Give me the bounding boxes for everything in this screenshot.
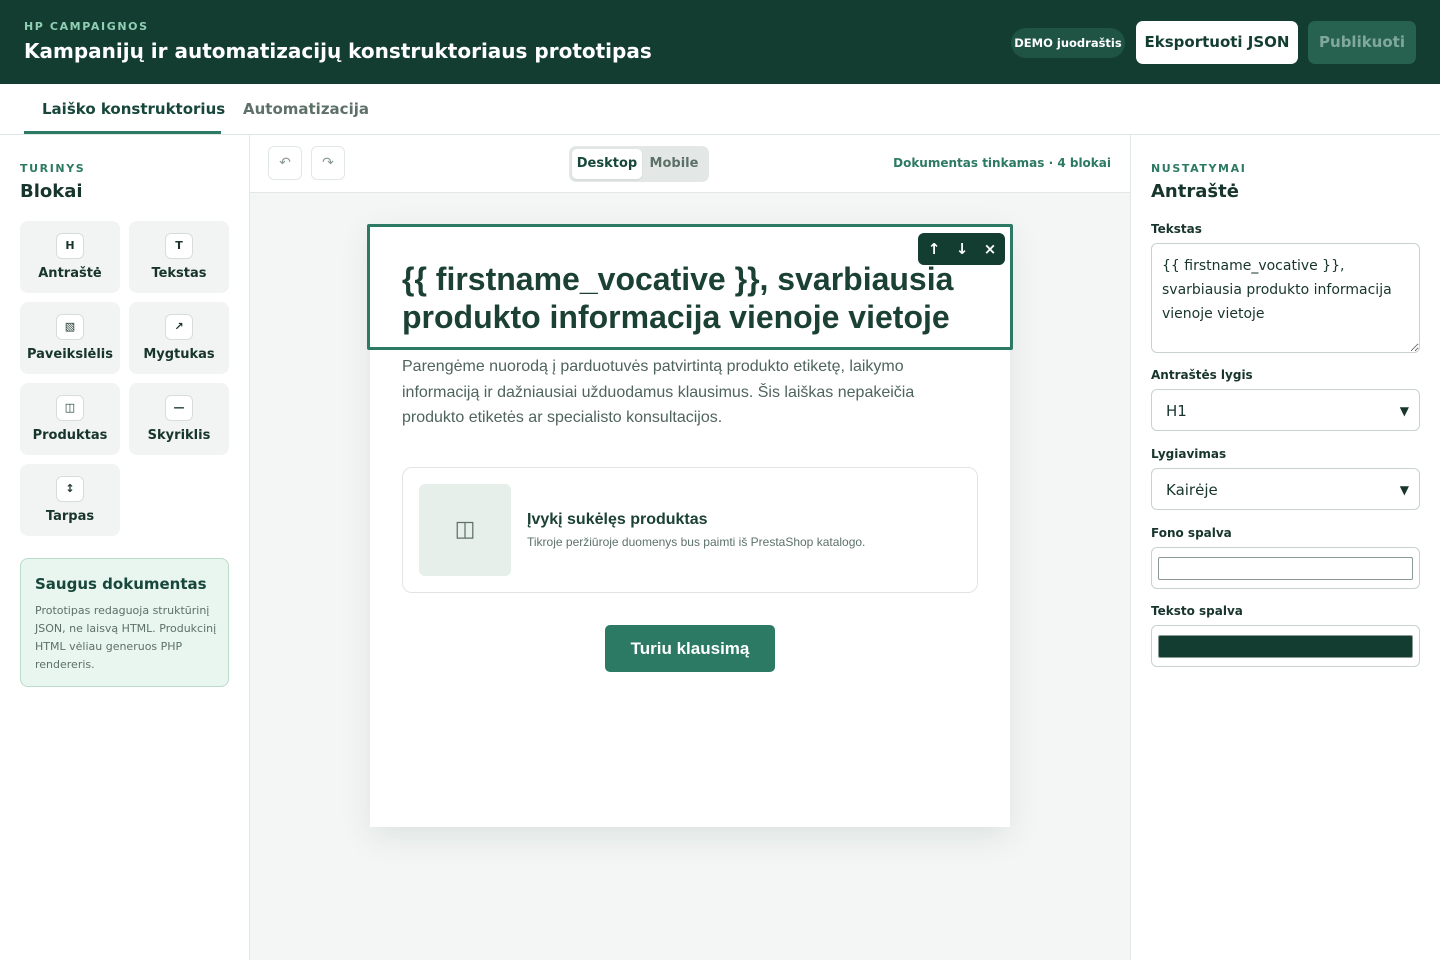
block-label: Antraštė bbox=[38, 266, 102, 281]
alignment-label: Lygiavimas bbox=[1151, 447, 1227, 461]
export-json-button[interactable]: Eksportuoti JSON bbox=[1136, 21, 1298, 64]
image-icon: ▧ bbox=[56, 314, 84, 340]
alignment-value: Kairėje bbox=[1166, 481, 1218, 499]
settings-sidebar: NUSTATYMAI Antraštė Tekstas Antraštės ly… bbox=[1130, 135, 1440, 960]
chevron-down-icon: ▼ bbox=[1399, 404, 1409, 418]
block-text[interactable]: T Tekstas bbox=[129, 221, 229, 293]
app-title: Kampanijų ir automatizacijų konstruktori… bbox=[24, 39, 652, 63]
alignment-select[interactable]: Kairėje ▼ bbox=[1151, 468, 1420, 510]
block-label: Paveikslėlis bbox=[26, 347, 113, 362]
email-paragraph[interactable]: Parengėme nuorodą į parduotuvės patvirti… bbox=[402, 354, 962, 431]
tab-email-builder[interactable]: Laiško konstruktorius bbox=[42, 84, 225, 134]
brand-name: HP CAMPAIGNOS bbox=[24, 20, 149, 33]
move-up-icon[interactable]: ↑ bbox=[920, 233, 948, 265]
section-title: Blokai bbox=[20, 181, 83, 202]
arrow-link-icon: ↗ bbox=[165, 314, 193, 340]
selected-heading-block[interactable]: {{ firstname_vocative }}, svarbiausia pr… bbox=[367, 224, 1013, 350]
view-mobile-button[interactable]: Mobile bbox=[642, 149, 706, 179]
background-color-label: Fono spalva bbox=[1151, 526, 1232, 540]
divider-icon: — bbox=[165, 395, 193, 421]
product-placeholder-icon: ◫ bbox=[419, 484, 511, 576]
blocks-sidebar: TURINYS Blokai H Antraštė T Tekstas ▧ Pa… bbox=[0, 135, 250, 960]
spacer-icon: ↕ bbox=[56, 476, 84, 502]
tab-bar: Laiško konstruktorius Automatizacija bbox=[0, 84, 1440, 135]
redo-icon[interactable]: ↷ bbox=[311, 146, 345, 180]
text-color-swatch bbox=[1158, 635, 1413, 658]
text-field-label: Tekstas bbox=[1151, 222, 1202, 236]
remove-block-icon[interactable]: × bbox=[976, 233, 1004, 265]
block-label: Tekstas bbox=[151, 266, 207, 281]
background-color-picker[interactable] bbox=[1151, 547, 1420, 589]
cta-button[interactable]: Turiu klausimą bbox=[605, 625, 775, 672]
block-product[interactable]: ◫ Produktas bbox=[20, 383, 120, 455]
undo-icon[interactable]: ↶ bbox=[268, 146, 302, 180]
product-description: Tikroje peržiūroje duomenys bus paimti i… bbox=[527, 535, 866, 549]
active-tab-indicator bbox=[24, 131, 221, 134]
text-color-label: Teksto spalva bbox=[1151, 604, 1243, 618]
block-spacer[interactable]: ↕ Tarpas bbox=[20, 464, 120, 536]
publish-button[interactable]: Publikuoti bbox=[1308, 21, 1416, 64]
tab-automation[interactable]: Automatizacija bbox=[243, 84, 369, 134]
section-kicker: TURINYS bbox=[20, 162, 86, 175]
block-label: Tarpas bbox=[45, 509, 95, 524]
safe-document-info: Saugus dokumentas Prototipas redaguoja s… bbox=[20, 558, 229, 687]
settings-kicker: NUSTATYMAI bbox=[1151, 162, 1247, 175]
text-color-picker[interactable] bbox=[1151, 625, 1420, 667]
block-actions: ↑ ↓ × bbox=[918, 233, 1005, 265]
product-block[interactable]: ◫ Įvykį sukėlęs produktas Tikroje peržiū… bbox=[402, 467, 978, 593]
email-heading[interactable]: {{ firstname_vocative }}, svarbiausia pr… bbox=[402, 260, 982, 336]
app-header: HP CAMPAIGNOS Kampanijų ir automatizacij… bbox=[0, 0, 1440, 84]
status-badge: DEMO juodraštis bbox=[1011, 28, 1125, 58]
view-desktop-button[interactable]: Desktop bbox=[572, 149, 642, 179]
view-switcher: Desktop Mobile bbox=[569, 146, 709, 182]
heading-icon: H bbox=[56, 233, 84, 259]
block-label: Skyriklis bbox=[147, 428, 211, 443]
document-status: Dokumentas tinkamas · 4 blokai bbox=[893, 156, 1111, 170]
heading-level-select[interactable]: H1 ▼ bbox=[1151, 389, 1420, 431]
editor-canvas-area: ↶ ↷ Desktop Mobile Dokumentas tinkamas ·… bbox=[250, 135, 1130, 960]
block-heading[interactable]: H Antraštė bbox=[20, 221, 120, 293]
settings-title: Antraštė bbox=[1151, 181, 1239, 202]
heading-level-value: H1 bbox=[1166, 402, 1187, 420]
info-text: Prototipas redaguoja struktūrinį JSON, n… bbox=[35, 604, 217, 671]
product-name: Įvykį sukėlęs produktas bbox=[527, 511, 708, 528]
block-label: Produktas bbox=[32, 428, 108, 443]
block-button[interactable]: ↗ Mygtukas bbox=[129, 302, 229, 374]
block-divider[interactable]: — Skyriklis bbox=[129, 383, 229, 455]
product-icon: ◫ bbox=[56, 395, 84, 421]
heading-level-label: Antraštės lygis bbox=[1151, 368, 1253, 382]
email-preview: {{ firstname_vocative }}, svarbiausia pr… bbox=[367, 224, 1013, 827]
heading-text-input[interactable] bbox=[1151, 243, 1420, 353]
chevron-down-icon: ▼ bbox=[1399, 483, 1409, 497]
block-label: Mygtukas bbox=[143, 347, 215, 362]
info-title: Saugus dokumentas bbox=[35, 575, 207, 593]
block-image[interactable]: ▧ Paveikslėlis bbox=[20, 302, 120, 374]
background-color-swatch bbox=[1158, 557, 1413, 580]
move-down-icon[interactable]: ↓ bbox=[948, 233, 976, 265]
editor-toolbar: ↶ ↷ Desktop Mobile Dokumentas tinkamas ·… bbox=[250, 135, 1130, 193]
text-icon: T bbox=[165, 233, 193, 259]
